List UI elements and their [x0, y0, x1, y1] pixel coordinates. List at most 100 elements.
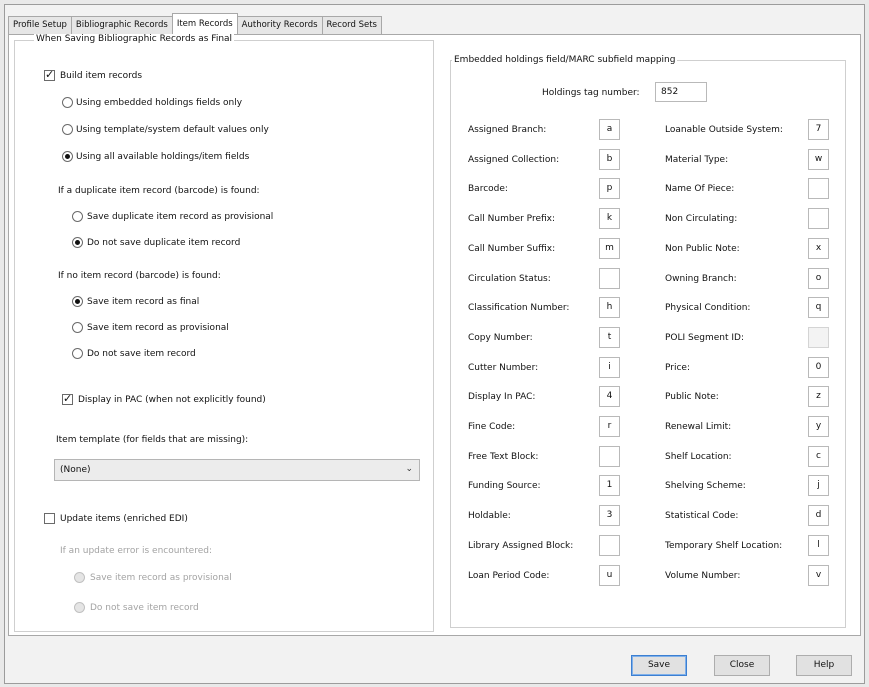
- statistical-code-label: Statistical Code:: [665, 511, 739, 521]
- price-label: Price:: [665, 363, 690, 373]
- save-button[interactable]: Save: [631, 655, 687, 676]
- all-available-fields-label: Using all available holdings/item fields: [76, 152, 250, 162]
- material-type-subfield-input[interactable]: w: [808, 149, 829, 170]
- item-template-label: Item template (for fields that are missi…: [56, 435, 249, 445]
- material-type-label: Material Type:: [665, 155, 729, 165]
- volume-number-subfield-input[interactable]: v: [808, 565, 829, 586]
- call-number-prefix-label: Call Number Prefix:: [468, 214, 556, 224]
- display-in-pac-label: Display In PAC:: [468, 392, 536, 402]
- public-note-subfield-input[interactable]: z: [808, 386, 829, 407]
- update-save-provisional-radio[interactable]: [74, 572, 85, 583]
- loanable-outside-system-subfield-input[interactable]: 7: [808, 119, 829, 140]
- copy-number-subfield-input[interactable]: t: [599, 327, 620, 348]
- physical-condition-subfield-input[interactable]: q: [808, 297, 829, 318]
- save-item-final-label: Save item record as final: [87, 297, 200, 307]
- call-number-prefix-subfield-input[interactable]: k: [599, 208, 620, 229]
- free-text-block-subfield-input[interactable]: [599, 446, 620, 467]
- fine-code-subfield-input[interactable]: r: [599, 416, 620, 437]
- tab-authority-records[interactable]: Authority Records: [236, 16, 323, 34]
- assigned-branch-label: Assigned Branch:: [468, 125, 547, 135]
- library-assigned-block-subfield-input[interactable]: [599, 535, 620, 556]
- do-not-save-duplicate-radio[interactable]: [72, 237, 83, 248]
- display-in-pac-subfield-input[interactable]: 4: [599, 386, 620, 407]
- barcode-subfield-input[interactable]: p: [599, 178, 620, 199]
- cutter-number-label: Cutter Number:: [468, 363, 539, 373]
- non-circulating-label: Non Circulating:: [665, 214, 738, 224]
- library-assigned-block-label: Library Assigned Block:: [468, 541, 574, 551]
- update-error-heading: If an update error is encountered:: [60, 546, 212, 556]
- renewal-limit-subfield-input[interactable]: y: [808, 416, 829, 437]
- tab-bibliographic-records[interactable]: Bibliographic Records: [70, 16, 173, 34]
- do-not-save-item-label: Do not save item record: [87, 349, 196, 359]
- display-in-pac-label: Display in PAC (when not explicitly foun…: [78, 395, 266, 405]
- funding-source-subfield-input[interactable]: 1: [599, 475, 620, 496]
- mapping-legend: Embedded holdings field/MARC subfield ma…: [452, 55, 678, 65]
- loan-period-code-subfield-input[interactable]: u: [599, 565, 620, 586]
- assigned-collection-label: Assigned Collection:: [468, 155, 560, 165]
- classification-number-label: Classification Number:: [468, 303, 570, 313]
- assigned-collection-subfield-input[interactable]: b: [599, 149, 620, 170]
- tab-record-sets[interactable]: Record Sets: [321, 16, 382, 34]
- all-available-fields-radio[interactable]: [62, 151, 73, 162]
- circulation-status-label: Circulation Status:: [468, 274, 551, 284]
- poli-segment-id-subfield-input[interactable]: [808, 327, 829, 348]
- holdable-label: Holdable:: [468, 511, 511, 521]
- funding-source-label: Funding Source:: [468, 481, 541, 491]
- name-of-piece-subfield-input[interactable]: [808, 178, 829, 199]
- physical-condition-label: Physical Condition:: [665, 303, 751, 313]
- shelving-scheme-subfield-input[interactable]: j: [808, 475, 829, 496]
- save-duplicate-provisional-radio[interactable]: [72, 211, 83, 222]
- loanable-outside-system-label: Loanable Outside System:: [665, 125, 783, 135]
- update-items-label: Update items (enriched EDI): [60, 514, 188, 524]
- price-subfield-input[interactable]: 0: [808, 357, 829, 378]
- update-do-not-save-radio[interactable]: [74, 602, 85, 613]
- fine-code-label: Fine Code:: [468, 422, 516, 432]
- poli-segment-id-label: POLI Segment ID:: [665, 333, 745, 343]
- save-duplicate-provisional-label: Save duplicate item record as provisiona…: [87, 212, 274, 222]
- classification-number-subfield-input[interactable]: h: [599, 297, 620, 318]
- item-template-select[interactable]: (None) ⌄: [54, 459, 420, 481]
- help-button[interactable]: Help: [796, 655, 852, 676]
- tab-item-records[interactable]: Item Records: [171, 13, 238, 34]
- circulation-status-subfield-input[interactable]: [599, 268, 620, 289]
- update-items-checkbox[interactable]: [44, 513, 55, 524]
- template-defaults-only-radio[interactable]: [62, 124, 73, 135]
- shelf-location-subfield-input[interactable]: c: [808, 446, 829, 467]
- save-item-provisional-radio[interactable]: [72, 322, 83, 333]
- name-of-piece-label: Name Of Piece:: [665, 184, 735, 194]
- temporary-shelf-location-subfield-input[interactable]: l: [808, 535, 829, 556]
- tab-profile-setup[interactable]: Profile Setup: [8, 16, 72, 34]
- barcode-label: Barcode:: [468, 184, 508, 194]
- cutter-number-subfield-input[interactable]: i: [599, 357, 620, 378]
- holdable-subfield-input[interactable]: 3: [599, 505, 620, 526]
- close-button[interactable]: Close: [714, 655, 770, 676]
- duplicate-record-heading: If a duplicate item record (barcode) is …: [58, 186, 260, 196]
- non-circulating-subfield-input[interactable]: [808, 208, 829, 229]
- holdings-tag-input[interactable]: 852: [655, 82, 707, 102]
- non-public-note-subfield-input[interactable]: x: [808, 238, 829, 259]
- holdings-tag-label: Holdings tag number:: [542, 88, 640, 98]
- public-note-label: Public Note:: [665, 392, 719, 402]
- owning-branch-label: Owning Branch:: [665, 274, 737, 284]
- temporary-shelf-location-label: Temporary Shelf Location:: [665, 541, 783, 551]
- do-not-save-duplicate-label: Do not save duplicate item record: [87, 238, 241, 248]
- call-number-suffix-subfield-input[interactable]: m: [599, 238, 620, 259]
- save-item-final-radio[interactable]: [72, 296, 83, 307]
- display-in-pac-checkbox[interactable]: [62, 392, 73, 405]
- embedded-holdings-only-label: Using embedded holdings fields only: [76, 98, 243, 108]
- assigned-branch-subfield-input[interactable]: a: [599, 119, 620, 140]
- embedded-holdings-only-radio[interactable]: [62, 97, 73, 108]
- build-item-records-label: Build item records: [60, 71, 143, 81]
- update-save-provisional-label: Save item record as provisional: [90, 573, 232, 583]
- non-public-note-label: Non Public Note:: [665, 244, 740, 254]
- do-not-save-item-radio[interactable]: [72, 348, 83, 359]
- save-item-provisional-label: Save item record as provisional: [87, 323, 229, 333]
- statistical-code-subfield-input[interactable]: d: [808, 505, 829, 526]
- copy-number-label: Copy Number:: [468, 333, 533, 343]
- saving-options-legend: When Saving Bibliographic Records as Fin…: [34, 34, 235, 44]
- template-defaults-only-label: Using template/system default values onl…: [76, 125, 269, 135]
- shelving-scheme-label: Shelving Scheme:: [665, 481, 746, 491]
- owning-branch-subfield-input[interactable]: o: [808, 268, 829, 289]
- build-item-records-checkbox[interactable]: [44, 68, 55, 81]
- chevron-down-icon: ⌄: [405, 464, 413, 474]
